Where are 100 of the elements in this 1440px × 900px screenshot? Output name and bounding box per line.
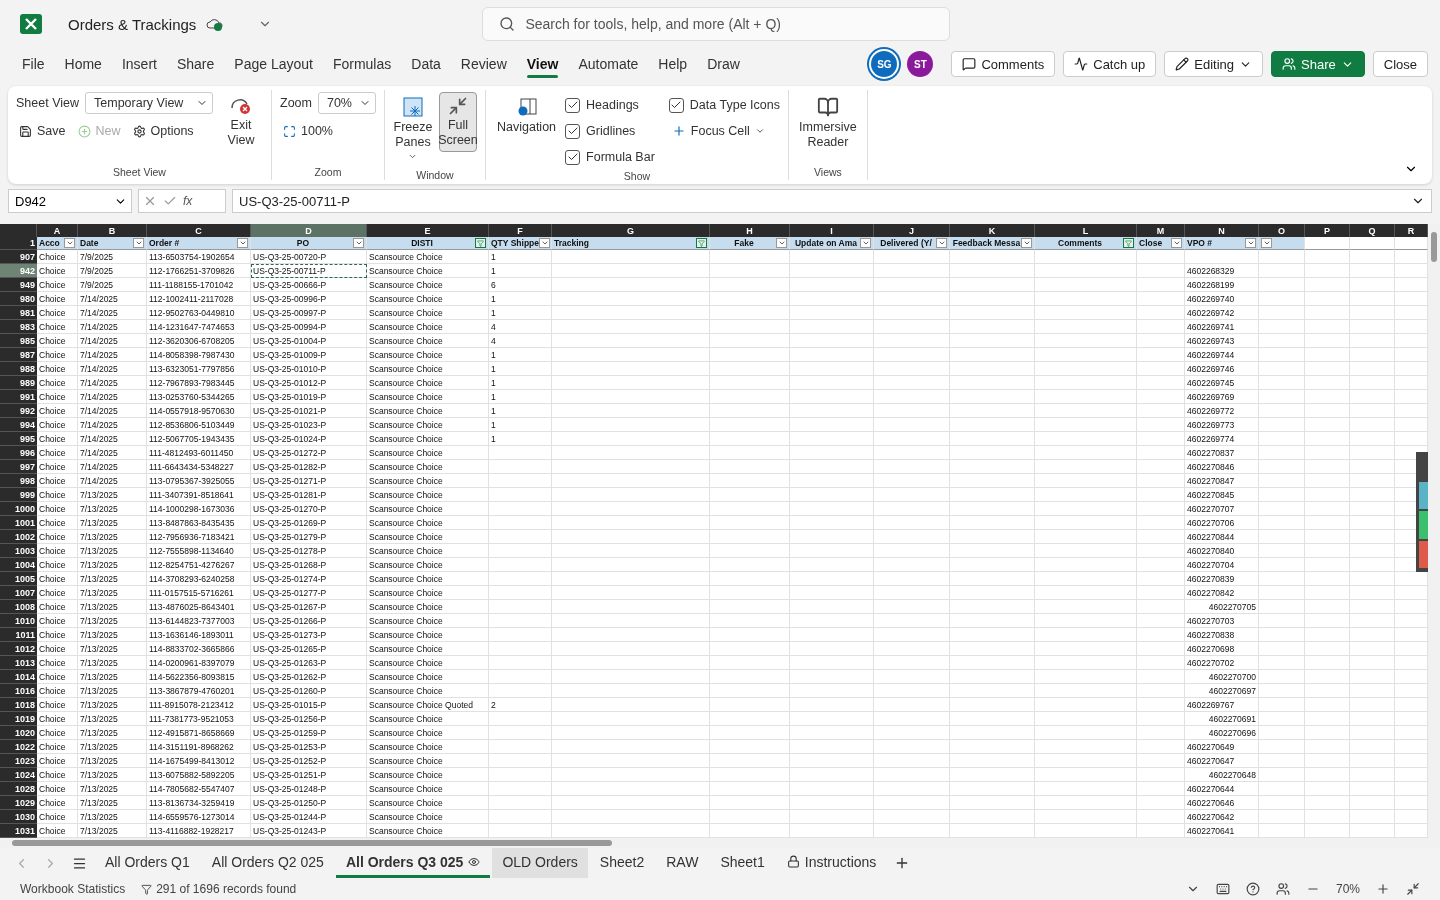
filter-dropdown-icon[interactable] [1245,238,1256,248]
filter-dropdown-icon[interactable] [64,238,75,248]
column-header[interactable]: G [552,224,710,237]
row-header[interactable]: 1016 [0,684,37,698]
row-header[interactable]: 999 [0,488,37,502]
save-icon[interactable] [19,124,32,138]
freeze-panes-icon[interactable] [401,96,424,118]
column-header[interactable]: M [1137,224,1185,237]
menu-tab[interactable]: Help [648,50,698,78]
row-header[interactable]: 1030 [0,810,37,824]
row-header[interactable]: 1001 [0,516,37,530]
row-header[interactable]: 1028 [0,782,37,796]
sheet-tab[interactable]: All Orders Q2 025 [201,848,334,878]
column-header[interactable]: K [950,224,1035,237]
eye-icon[interactable] [468,855,481,868]
editing-button[interactable]: Editing [1164,51,1264,77]
row-header[interactable]: 949 [0,278,37,292]
checkbox-label[interactable]: Headings [586,98,639,112]
check-icon[interactable] [163,194,177,208]
people-icon[interactable] [1275,882,1290,896]
zoom-100-button[interactable]: 100% [280,122,336,140]
zoom-in-icon[interactable] [1376,882,1390,896]
row-header[interactable]: 987 [0,348,37,362]
save-button[interactable]: Save [16,122,69,140]
row-header[interactable]: 992 [0,404,37,418]
row-header[interactable]: 1005 [0,572,37,586]
fit-icon[interactable] [1406,882,1420,896]
sheet-tab[interactable]: Instructions [776,848,887,878]
insert-function-button[interactable]: fx [183,194,193,208]
column-header[interactable]: I [790,224,874,237]
column-header[interactable]: O [1259,224,1305,237]
pencil-icon[interactable] [1175,57,1190,71]
sheet-tab[interactable]: Sheet1 [710,848,775,878]
search-field[interactable]: Search for tools, help, and more (Alt + Q) [482,7,951,41]
row-header[interactable]: 981 [0,306,37,320]
sheet-tab[interactable]: All Orders Q1 [95,848,200,878]
row-header[interactable]: 996 [0,446,37,460]
menu-tab[interactable]: File [12,50,55,78]
row-header[interactable]: 1023 [0,754,37,768]
filter-active-icon[interactable] [475,238,486,248]
row-header[interactable]: 907 [0,250,37,264]
filter-dropdown-icon[interactable] [1171,238,1182,248]
name-box[interactable]: D942 [8,189,132,213]
immersive-reader-button[interactable]: Immersive Reader [796,92,859,154]
freeze-panes-button[interactable]: Freeze Panes [392,92,433,169]
comment-icon[interactable] [962,57,977,71]
row-header[interactable]: 998 [0,474,37,488]
row-header[interactable]: 1024 [0,768,37,782]
row-header[interactable]: 1019 [0,712,37,726]
sheet-tab[interactable]: RAW [656,848,709,878]
column-header[interactable]: L [1035,224,1137,237]
column-header[interactable]: F [489,224,552,237]
filter-active-icon[interactable] [1123,238,1134,248]
search-icon[interactable] [499,16,516,32]
row-header[interactable]: 1010 [0,614,37,628]
filter-dropdown-icon[interactable] [353,238,364,248]
row-header[interactable]: 997 [0,460,37,474]
column-header[interactable]: J [874,224,950,237]
full-screen-icon[interactable] [447,96,468,116]
comments-button[interactable]: Comments [951,51,1056,77]
column-header[interactable]: B [78,224,147,237]
row-header[interactable]: 1013 [0,656,37,670]
filter-dropdown-icon[interactable] [133,238,144,248]
lock-icon[interactable] [786,855,800,868]
people-icon[interactable] [1282,57,1297,71]
full-screen-button[interactable]: Full Screen [438,92,477,152]
row-header[interactable]: 1031 [0,824,37,838]
menu-tab[interactable]: Data [401,50,451,78]
row-header[interactable]: 1022 [0,740,37,754]
column-header[interactable]: N [1185,224,1259,237]
filter-dropdown-icon[interactable] [237,238,248,248]
sheet-view-dropdown[interactable]: Temporary View [85,92,213,114]
filter-dropdown-icon[interactable] [1021,238,1032,248]
column-header[interactable]: E [367,224,489,237]
row-header[interactable]: 942 [0,264,37,278]
close-button[interactable]: Close [1372,51,1428,77]
row-header[interactable]: 1008 [0,600,37,614]
settings-icon[interactable] [132,124,146,138]
row-header[interactable]: 983 [0,320,37,334]
horizontal-scrollbar[interactable] [0,838,1440,848]
column-header[interactable]: R [1395,224,1428,237]
cancel-icon[interactable] [143,194,157,208]
row-header[interactable]: 985 [0,334,37,348]
menu-tab[interactable]: Review [450,50,517,78]
row-header[interactable]: 1029 [0,796,37,810]
menu-tab[interactable]: View [516,50,569,78]
filter-dropdown-icon[interactable] [776,238,787,248]
column-header[interactable]: C [147,224,251,237]
exit-view-button[interactable]: Exit View [219,92,263,152]
checkbox-label[interactable]: Gridlines [586,124,636,138]
row-header[interactable]: 1020 [0,726,37,740]
zoom-reset-icon[interactable] [283,124,296,138]
filter-active-icon[interactable] [696,238,707,248]
row-header[interactable]: 980 [0,292,37,306]
menu-tab[interactable]: Formulas [322,50,402,78]
eye-close-icon[interactable] [230,96,252,116]
menu-tab[interactable]: Share [166,50,225,78]
sheet-tab[interactable]: All Orders Q3 025 [335,848,491,878]
filter-dropdown-icon[interactable] [936,238,947,248]
row-header[interactable]: 1012 [0,642,37,656]
